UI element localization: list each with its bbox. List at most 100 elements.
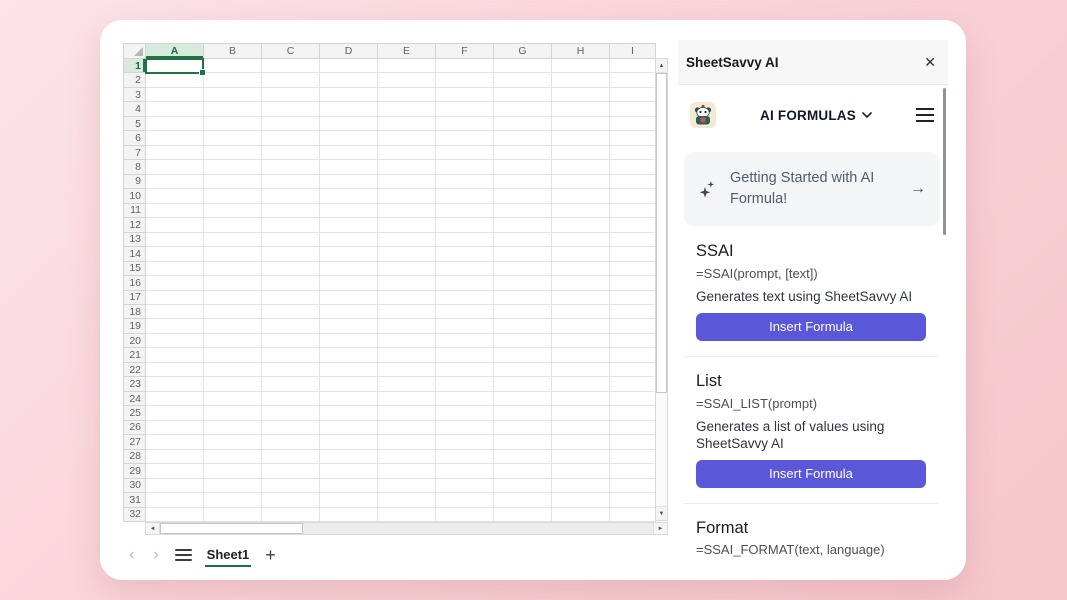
cell-F23[interactable] [436,377,494,392]
cell-H29[interactable] [552,464,610,479]
cell-A20[interactable] [146,333,204,349]
cell-D10[interactable] [320,189,378,204]
cell-G23[interactable] [494,377,552,392]
cell-C29[interactable] [262,464,320,479]
row-header-25[interactable]: 25 [124,406,146,421]
cell-A7[interactable] [146,145,204,161]
cell-F2[interactable] [436,73,494,88]
cell-A29[interactable] [146,464,204,479]
cell-H23[interactable] [552,377,610,392]
cell-D16[interactable] [320,276,378,291]
cell-F29[interactable] [436,464,494,479]
cell-F24[interactable] [436,391,494,407]
cell-B31[interactable] [204,493,262,508]
cell-E21[interactable] [378,348,436,363]
cell-C2[interactable] [262,73,320,88]
cell-I3[interactable] [610,87,656,103]
cell-G14[interactable] [494,247,552,262]
cell-C31[interactable] [262,493,320,508]
cell-C19[interactable] [262,319,320,334]
cell-I24[interactable] [610,391,656,407]
column-header-A[interactable]: A [146,44,204,59]
cell-H5[interactable] [552,116,610,132]
cell-F27[interactable] [436,435,494,450]
cell-G9[interactable] [494,174,552,190]
cell-C25[interactable] [262,406,320,421]
cell-E6[interactable] [378,131,436,146]
cell-C17[interactable] [262,290,320,305]
cell-B30[interactable] [204,478,262,494]
cell-C27[interactable] [262,435,320,450]
row-header-5[interactable]: 5 [124,116,146,132]
cell-E2[interactable] [378,73,436,88]
cell-H9[interactable] [552,174,610,190]
cell-B12[interactable] [204,218,262,233]
cell-C28[interactable] [262,449,320,465]
cell-F26[interactable] [436,420,494,436]
cell-I8[interactable] [610,160,656,175]
cell-C14[interactable] [262,247,320,262]
cell-H32[interactable] [552,507,610,522]
row-header-15[interactable]: 15 [124,261,146,277]
cell-H3[interactable] [552,87,610,103]
cell-C18[interactable] [262,304,320,320]
insert-formula-button[interactable]: Insert Formula [696,459,926,488]
cell-D7[interactable] [320,145,378,161]
cell-I23[interactable] [610,377,656,392]
cell-C7[interactable] [262,145,320,161]
cell-C16[interactable] [262,276,320,291]
cell-H24[interactable] [552,391,610,407]
cell-C30[interactable] [262,478,320,494]
cell-G15[interactable] [494,261,552,277]
cell-F13[interactable] [436,232,494,248]
cell-H12[interactable] [552,218,610,233]
cell-D25[interactable] [320,406,378,421]
cell-F11[interactable] [436,203,494,219]
cell-D6[interactable] [320,131,378,146]
cell-F32[interactable] [436,507,494,522]
cell-I16[interactable] [610,276,656,291]
cell-F21[interactable] [436,348,494,363]
cell-H15[interactable] [552,261,610,277]
row-header-3[interactable]: 3 [124,87,146,103]
row-header-29[interactable]: 29 [124,464,146,479]
cell-B4[interactable] [204,102,262,117]
cell-B5[interactable] [204,116,262,132]
cell-B8[interactable] [204,160,262,175]
cell-A19[interactable] [146,319,204,334]
cell-A22[interactable] [146,362,204,378]
spreadsheet-grid[interactable]: A B C D E F G H I 1 2 3 4 5 6 7 8 9 10 11 12 13 14 15 16 17 18 19 20… [123,43,656,522]
cell-I28[interactable] [610,449,656,465]
cell-D1[interactable] [320,59,378,74]
cell-G16[interactable] [494,276,552,291]
cell-E10[interactable] [378,189,436,204]
row-header-28[interactable]: 28 [124,449,146,465]
cell-F19[interactable] [436,319,494,334]
add-sheet-button[interactable]: + [265,546,276,564]
cell-B18[interactable] [204,304,262,320]
cell-C9[interactable] [262,174,320,190]
cell-G8[interactable] [494,160,552,175]
cell-E4[interactable] [378,102,436,117]
cell-B13[interactable] [204,232,262,248]
row-header-9[interactable]: 9 [124,174,146,190]
cell-D26[interactable] [320,420,378,436]
cell-B29[interactable] [204,464,262,479]
cell-A2[interactable] [146,73,204,88]
cell-E17[interactable] [378,290,436,305]
cell-F22[interactable] [436,362,494,378]
cell-E22[interactable] [378,362,436,378]
cell-B26[interactable] [204,420,262,436]
cell-A3[interactable] [146,87,204,103]
cell-D9[interactable] [320,174,378,190]
row-header-21[interactable]: 21 [124,348,146,363]
cell-G28[interactable] [494,449,552,465]
cell-F15[interactable] [436,261,494,277]
cell-D17[interactable] [320,290,378,305]
cell-C11[interactable] [262,203,320,219]
cell-I5[interactable] [610,116,656,132]
cell-F8[interactable] [436,160,494,175]
cell-H18[interactable] [552,304,610,320]
cell-I20[interactable] [610,333,656,349]
cell-C22[interactable] [262,362,320,378]
